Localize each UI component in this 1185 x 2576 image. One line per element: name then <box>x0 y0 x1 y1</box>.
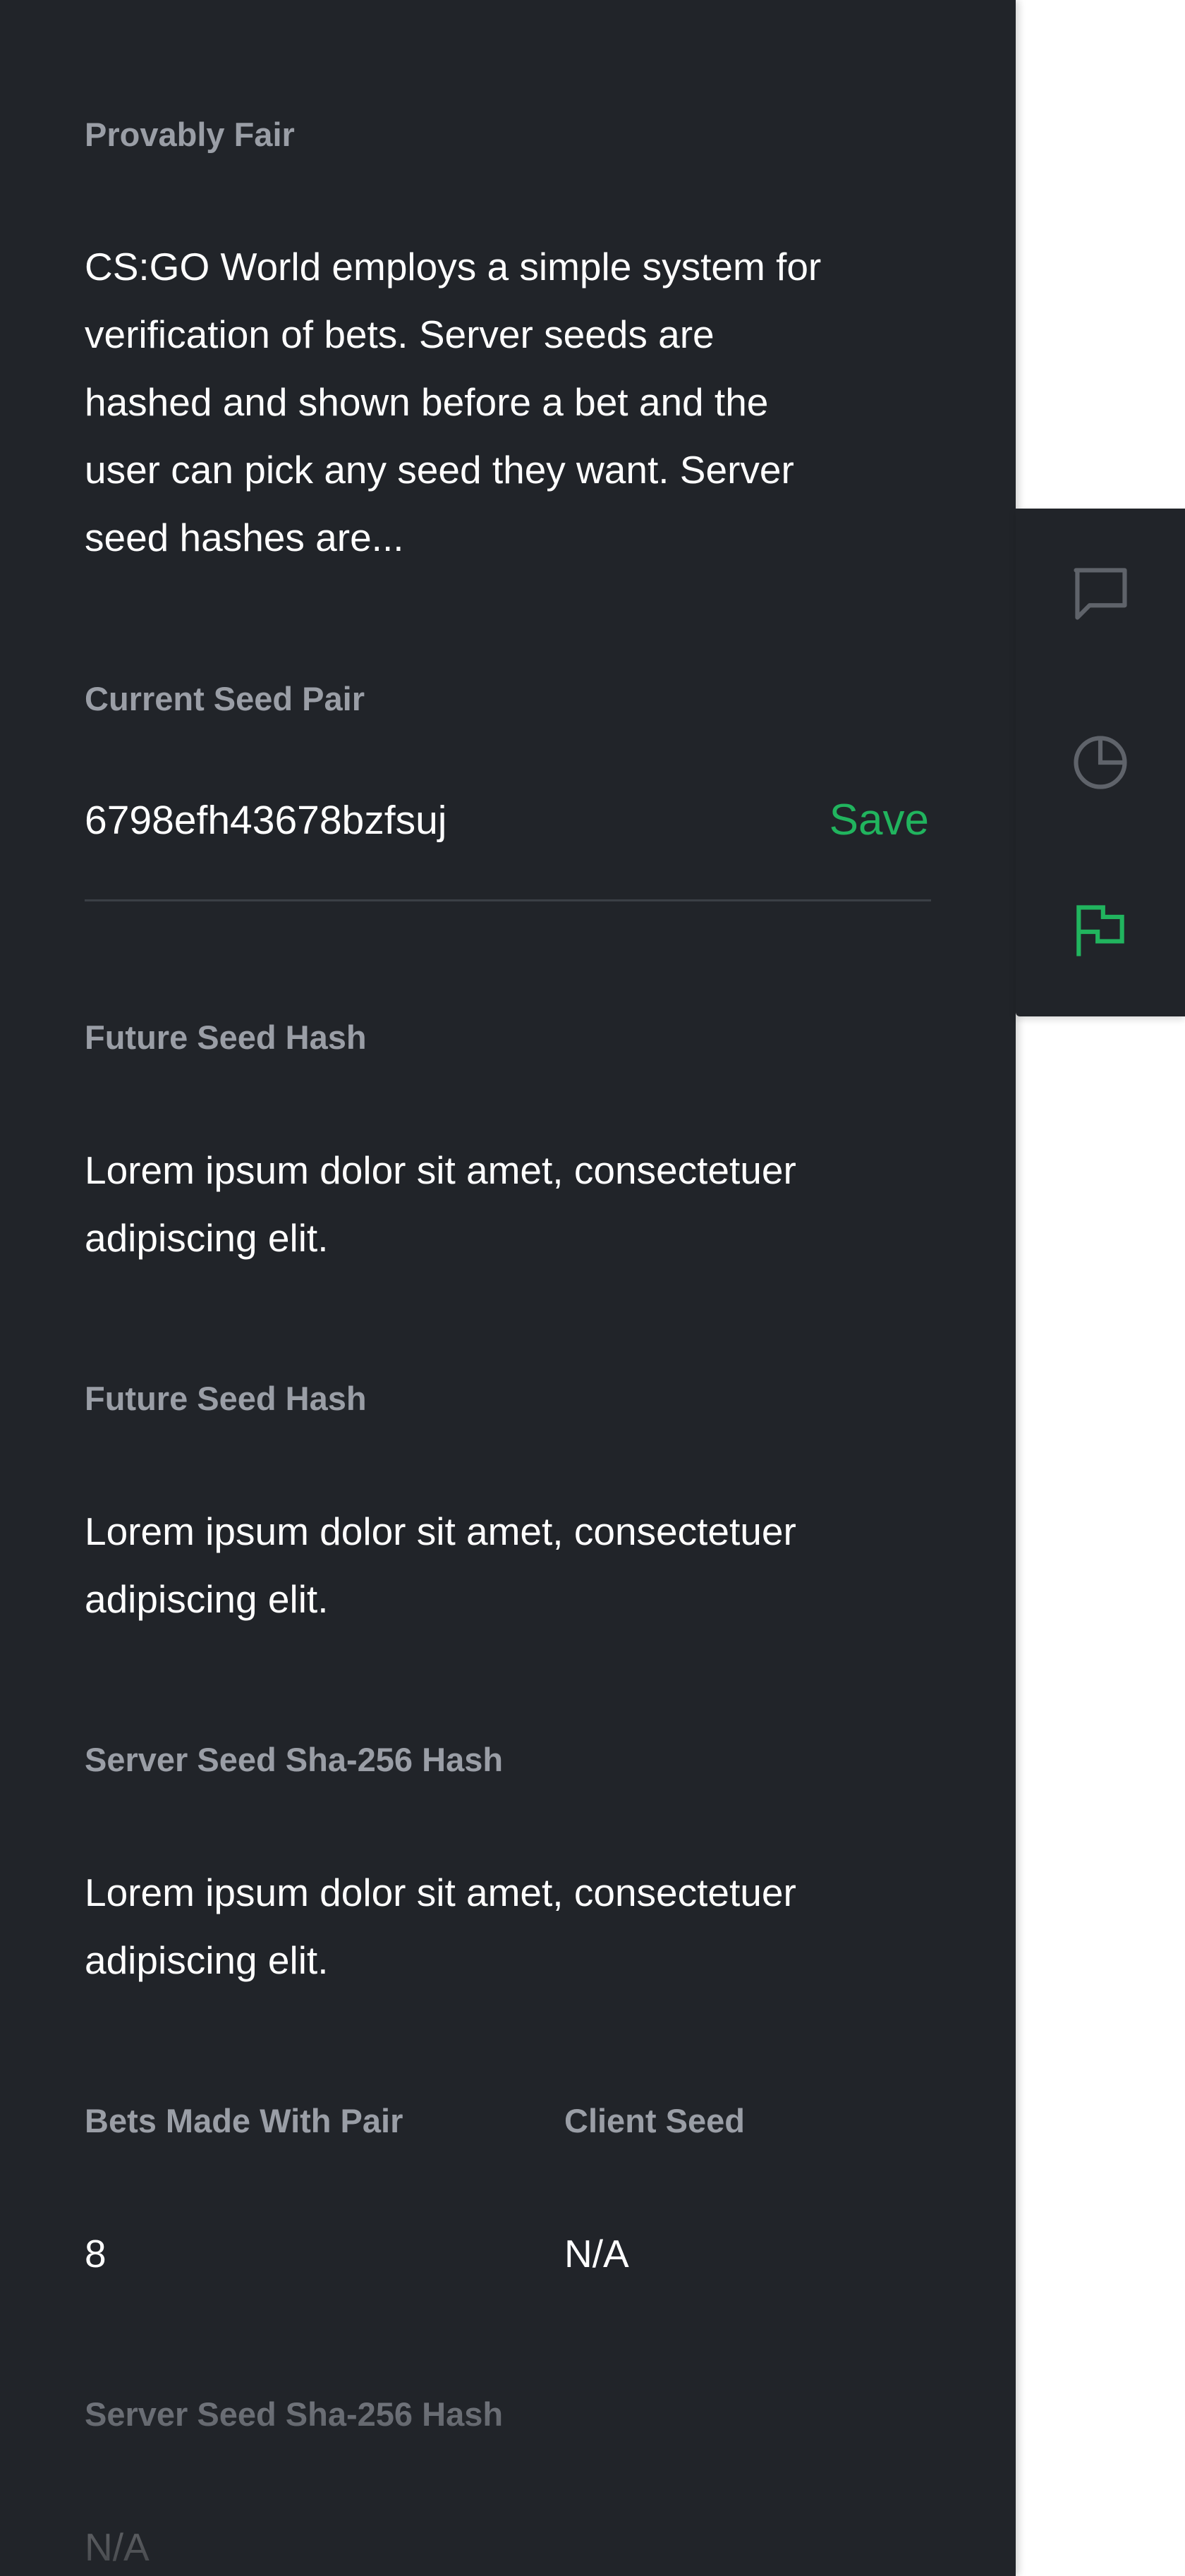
server-seed-hash-label-2: Server Seed Sha-256 Hash <box>85 2395 504 2433</box>
provably-fair-label: Provably Fair <box>85 116 295 153</box>
future-seed-hash-value-2: Lorem ipsum dolor sit amet, consectetuer… <box>85 1509 796 1621</box>
client-seed-label: Client Seed <box>564 2102 745 2139</box>
side-toolbar <box>1016 509 1185 1016</box>
current-seed-pair-value[interactable]: 6798efh43678bzfsuj <box>85 786 446 854</box>
current-seed-pair-label: Current Seed Pair <box>85 680 365 717</box>
page: Provably Fair CS:GO World employs a simp… <box>0 0 1185 2576</box>
provably-fair-panel: Provably Fair CS:GO World employs a simp… <box>0 0 1016 2576</box>
provably-fair-description: CS:GO World employs a simple system for … <box>85 245 822 559</box>
bets-made-value: 8 <box>85 2232 107 2276</box>
pie-chart-icon <box>1074 736 1127 789</box>
stats-button[interactable] <box>1016 678 1185 847</box>
future-seed-hash-label-2: Future Seed Hash <box>85 1380 367 1417</box>
server-seed-hash-label: Server Seed Sha-256 Hash <box>85 1741 504 1778</box>
chat-bubble-icon <box>1074 568 1127 620</box>
current-seed-pair-row: 6798efh43678bzfsuj Save <box>85 786 931 854</box>
client-seed-value: N/A <box>564 2232 629 2276</box>
bottom-fade-overlay <box>0 2308 1016 2576</box>
future-seed-hash-value: Lorem ipsum dolor sit amet, consectetuer… <box>85 1148 796 1260</box>
chat-button[interactable] <box>1016 509 1185 678</box>
future-seed-hash-label: Future Seed Hash <box>85 1019 367 1056</box>
server-seed-hash-value: Lorem ipsum dolor sit amet, consectetuer… <box>85 1871 796 1982</box>
flag-icon <box>1076 905 1124 956</box>
save-button[interactable]: Save <box>830 786 929 854</box>
server-seed-hash-value-2: N/A <box>85 2525 150 2569</box>
provably-fair-button[interactable] <box>1016 847 1185 1016</box>
seed-pair-divider <box>85 899 931 901</box>
bets-made-label: Bets Made With Pair <box>85 2102 403 2139</box>
